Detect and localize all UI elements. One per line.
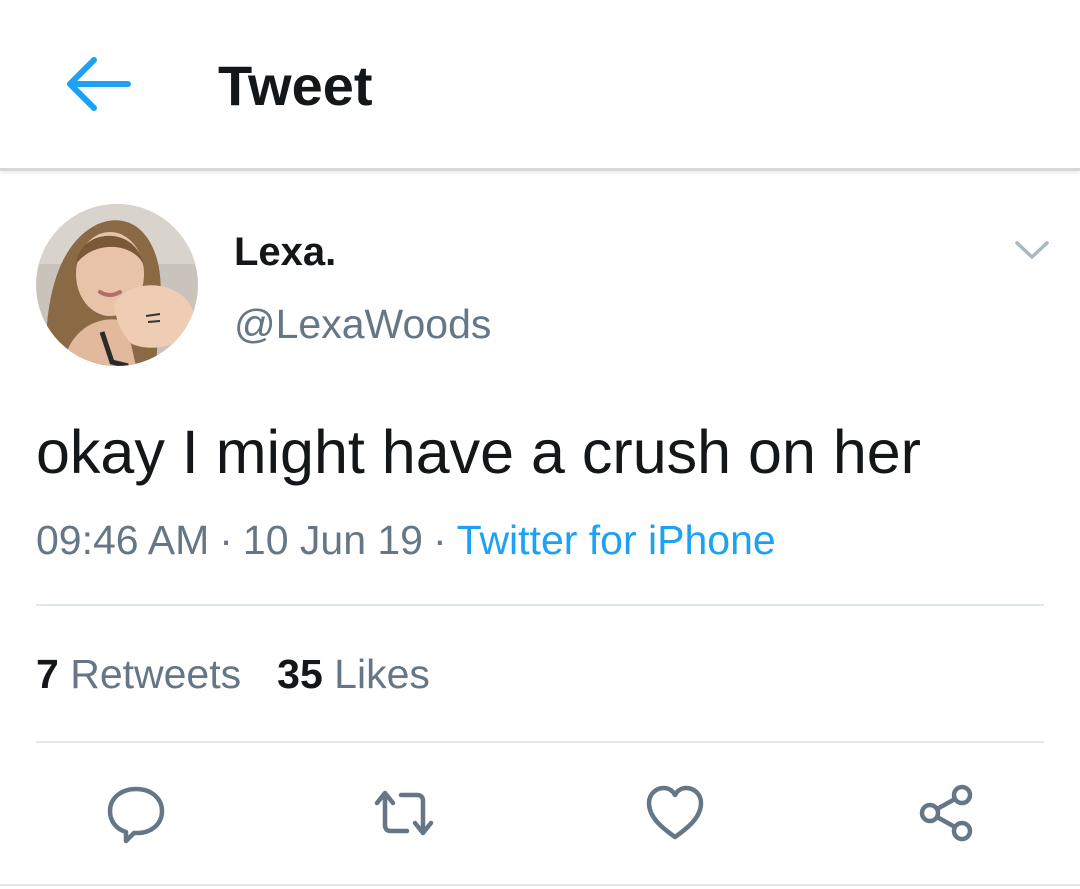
likes-stat[interactable]: 35 Likes — [277, 648, 430, 700]
tweet-source-link[interactable]: Twitter for iPhone — [457, 517, 776, 563]
retweets-stat[interactable]: 7 Retweets — [36, 648, 241, 700]
profile-photo — [36, 204, 198, 366]
meta-separator: · — [219, 517, 233, 563]
likes-label: Likes — [334, 651, 430, 697]
meta-separator: · — [433, 517, 447, 563]
like-button[interactable] — [640, 778, 710, 848]
divider — [0, 884, 1080, 886]
like-icon — [646, 785, 704, 840]
author-handle[interactable]: @LexaWoods — [234, 298, 491, 350]
page-title: Tweet — [218, 54, 373, 117]
retweet-button[interactable] — [369, 778, 439, 848]
reply-icon — [107, 786, 165, 844]
likes-count: 35 — [277, 651, 323, 697]
tweet-date: 10 Jun 19 — [242, 517, 423, 563]
chevron-down-icon — [1015, 241, 1049, 259]
retweets-label: Retweets — [70, 651, 242, 697]
arrow-left-icon — [67, 57, 131, 111]
top-app-bar: Tweet — [0, 0, 1080, 171]
reply-button[interactable] — [101, 778, 171, 848]
share-icon — [919, 784, 973, 842]
retweets-count: 7 — [36, 651, 59, 697]
author-display-name[interactable]: Lexa. — [234, 226, 336, 278]
back-button[interactable] — [56, 48, 136, 120]
divider — [36, 604, 1044, 606]
retweet-icon — [374, 790, 434, 836]
tweet-text: okay I might have a crush on her — [36, 418, 921, 486]
tweet-time: 09:46 AM — [36, 517, 210, 563]
tweet-meta: 09:46 AM · 10 Jun 19 · Twitter for iPhone — [36, 514, 776, 566]
share-button[interactable] — [911, 778, 981, 848]
divider — [36, 741, 1044, 743]
more-options-button[interactable] — [1010, 228, 1054, 272]
avatar[interactable] — [36, 204, 198, 366]
tweet-stats: 7 Retweets 35 Likes — [36, 648, 430, 700]
